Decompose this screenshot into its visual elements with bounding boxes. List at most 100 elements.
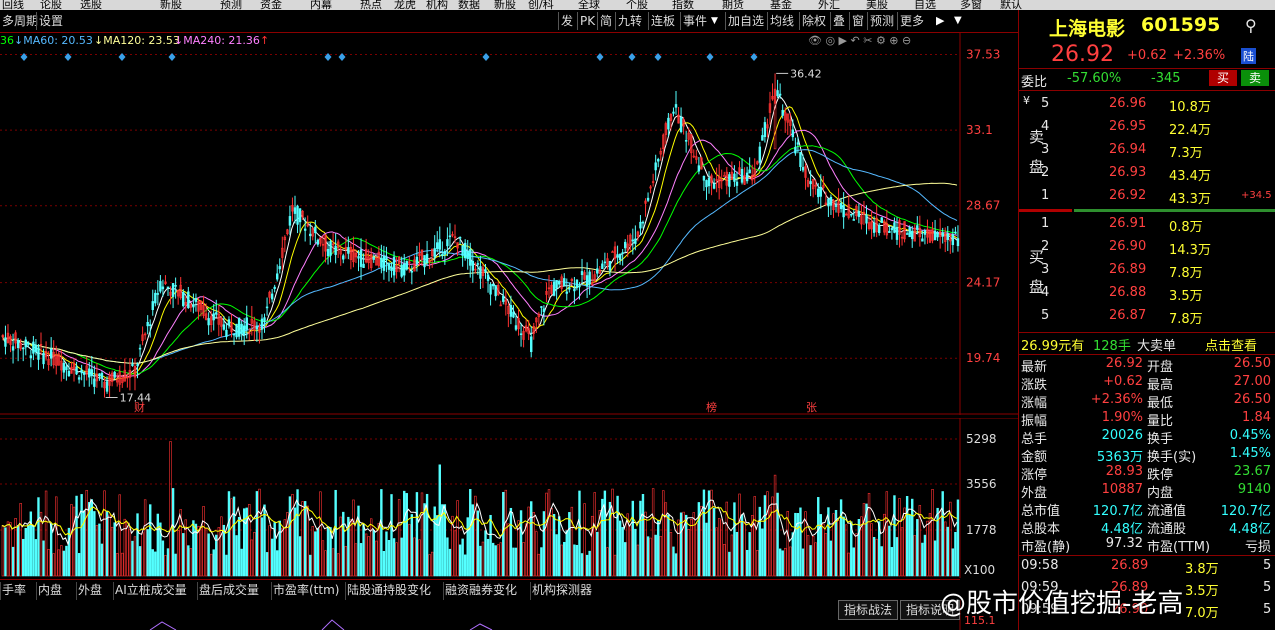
indicator-tab[interactable]: 手率	[2, 582, 26, 598]
indicator-tab[interactable]: 盘后成交量	[199, 582, 259, 598]
toolbar-btn-12[interactable]: 更多	[900, 12, 924, 30]
volume-bar	[743, 521, 746, 577]
indicator-tab[interactable]: 外盘	[78, 582, 102, 598]
candle-body	[463, 242, 467, 259]
toolbar-btn-6[interactable]: 加自选	[728, 12, 764, 30]
indicator-tab[interactable]: 市盈率(ttm)	[273, 582, 339, 598]
toolbar-btn-9[interactable]: 叠	[833, 12, 845, 30]
toolbar-btn-10[interactable]: 窗	[852, 12, 864, 30]
candle-body	[479, 266, 482, 279]
volume-bar	[255, 491, 259, 577]
toolbar-btn-0[interactable]: 发	[561, 12, 573, 30]
top-menu-item[interactable]: 指数	[672, 0, 694, 10]
top-menu-item[interactable]: 数据	[458, 0, 480, 10]
volume-bar	[430, 551, 434, 577]
volume-bar	[204, 528, 208, 577]
top-menu-item[interactable]: 资金	[260, 0, 282, 10]
top-menu-item[interactable]: 回线	[2, 0, 24, 10]
volume-bar	[80, 494, 83, 577]
volume-bar	[166, 548, 170, 577]
candle-body	[674, 104, 678, 108]
candle-body	[776, 90, 779, 97]
candle-body	[877, 224, 881, 234]
indicator-tab[interactable]: 机构探测器	[532, 582, 592, 598]
price-tick-label: 24.17	[966, 276, 1000, 290]
top-menu-item[interactable]: 全球	[578, 0, 600, 10]
search-icon[interactable]: ⚲	[1245, 16, 1257, 35]
top-menu-item[interactable]: 新股	[160, 0, 182, 10]
volume-bar	[702, 489, 706, 577]
volume-bar	[141, 532, 144, 577]
volume-bar	[766, 491, 769, 577]
stat-label: 开盘	[1147, 360, 1174, 375]
top-menu-item[interactable]: 热点	[360, 0, 382, 10]
volume-bar	[933, 540, 937, 577]
volume-bar	[469, 489, 472, 577]
volume-bar	[913, 535, 916, 577]
top-menu-item[interactable]: 创/科	[528, 0, 554, 10]
toolbar-btn-4[interactable]: 连板	[651, 12, 675, 30]
settings-button[interactable]: 设置	[39, 12, 63, 30]
news-diamond-icon	[482, 53, 490, 61]
candle-body	[697, 165, 701, 172]
candle-body	[263, 317, 266, 323]
candle-body	[616, 254, 619, 258]
volume-bar	[199, 526, 203, 577]
top-menu-item[interactable]: 预测	[220, 0, 242, 10]
buy-button[interactable]: 买	[1209, 70, 1237, 86]
toolbar-btn-2[interactable]: 简	[600, 12, 612, 30]
indicator-tab[interactable]: 内盘	[38, 582, 62, 598]
toolbar-btn-1[interactable]: PK	[580, 12, 595, 30]
volume-chart[interactable]: 5298 3556 1778 X100	[0, 418, 1018, 578]
top-menu-item[interactable]: 美股	[866, 0, 888, 10]
candle-body	[194, 298, 198, 302]
indicator-tab[interactable]: 陆股通持股变化	[347, 582, 431, 598]
buy-level-price: 26.91	[1109, 216, 1147, 231]
top-menu-item[interactable]: 多窗	[960, 0, 982, 10]
toolbar-btn-5[interactable]: 事件	[683, 12, 707, 30]
toolbar-btn-11[interactable]: 预测	[870, 12, 894, 30]
stat-label: 涨停	[1021, 468, 1048, 483]
top-menu-item[interactable]: 个股	[626, 0, 648, 10]
top-menu-item[interactable]: 期货	[722, 0, 744, 10]
candle-body	[657, 159, 660, 162]
top-menu-item[interactable]: 外汇	[818, 0, 840, 10]
toolbar-btn-7[interactable]: 均线	[770, 12, 794, 30]
menu-dropdown-icon[interactable]: ▼	[954, 12, 962, 30]
big-order-qty: 128手	[1093, 339, 1131, 354]
candle-body	[954, 231, 957, 234]
multi-period-button[interactable]: 多周期	[2, 12, 38, 30]
stat-value: 4.48亿	[1229, 522, 1271, 537]
play-icon[interactable]: ▶	[936, 12, 944, 30]
top-menu-item[interactable]: 自选	[914, 0, 936, 10]
toolbar-btn-8[interactable]: 除权	[802, 12, 826, 30]
indicator-tab[interactable]: AI立桩成交量	[115, 582, 187, 598]
candle-body	[80, 369, 83, 374]
top-menu-item[interactable]: 机构	[426, 0, 448, 10]
candle-body	[425, 253, 429, 264]
top-menu-item[interactable]: 基金	[770, 0, 792, 10]
indicator-tab[interactable]: 融资融券变化	[445, 582, 517, 598]
volume-bar	[885, 491, 889, 577]
top-menu-item[interactable]: 论股	[40, 0, 62, 10]
top-menu-item[interactable]: 新股	[494, 0, 516, 10]
candle-body	[215, 312, 218, 315]
sell-button[interactable]: 卖	[1241, 70, 1269, 86]
candle-body	[441, 253, 444, 257]
kline-chart[interactable]: 37.5333.128.6724.1719.7436.4217.44财榜张	[0, 33, 1018, 415]
big-order-link[interactable]: 点击查看	[1205, 335, 1257, 354]
tick-volume: 3.8万	[1185, 562, 1219, 577]
volume-bar	[773, 474, 777, 577]
candle-body	[174, 285, 177, 287]
volume-bar	[540, 547, 543, 577]
toolbar-btn-3[interactable]: 九转	[618, 12, 642, 30]
top-menu-item[interactable]: 内幕	[310, 0, 332, 10]
volume-bar	[410, 514, 414, 577]
indicator-strategy-button[interactable]: 指标战法	[838, 600, 898, 620]
volume-bar	[809, 545, 812, 577]
volume-bar	[568, 512, 571, 577]
top-menu-item[interactable]: 龙虎	[394, 0, 416, 10]
top-menu-item[interactable]: 选股	[80, 0, 102, 10]
top-menu-item[interactable]: 默认	[1000, 0, 1022, 10]
event-dropdown-icon[interactable]: ▼	[711, 12, 718, 30]
